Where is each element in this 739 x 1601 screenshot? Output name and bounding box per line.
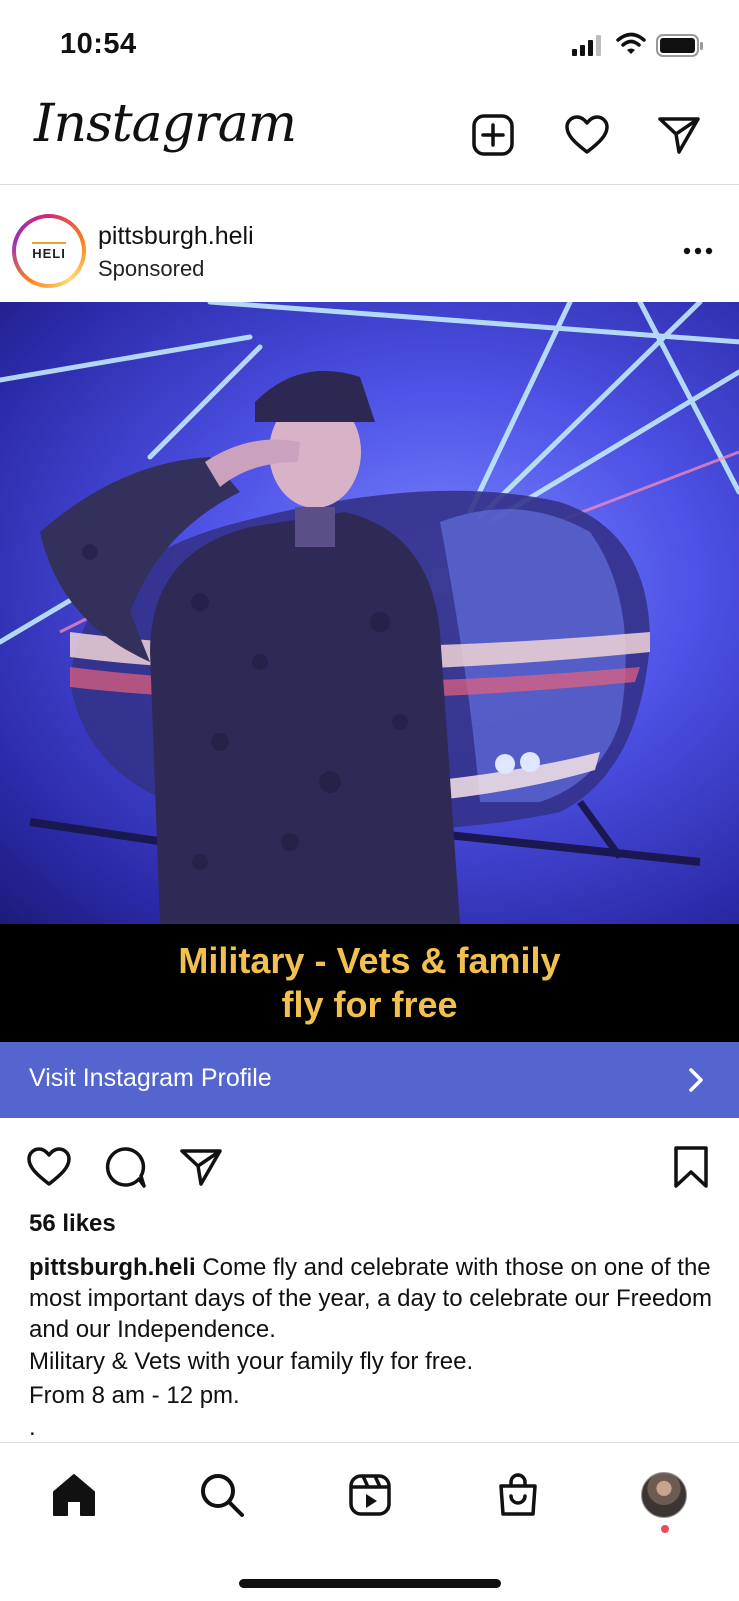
paper-plane-icon [658,117,700,154]
activity-button[interactable] [562,110,612,160]
paper-plane-icon [180,1149,222,1186]
new-post-button[interactable] [468,110,518,160]
nav-shop[interactable] [488,1465,548,1525]
save-button[interactable] [666,1142,716,1192]
plus-square-icon [472,114,514,156]
app-header: Instagram [0,92,739,185]
shop-icon [499,1473,537,1516]
nav-profile[interactable] [634,1465,694,1525]
bottom-nav [0,1442,739,1601]
direct-messages-button[interactable] [654,110,704,160]
notification-dot [661,1525,669,1533]
profile-avatar [641,1472,687,1518]
heart-icon [27,1147,71,1186]
post-username[interactable]: pittsburgh.heli [98,222,254,251]
caption-line-2: Military & Vets with your family fly for… [29,1348,474,1375]
nav-reels[interactable] [340,1465,400,1525]
share-button[interactable] [176,1142,226,1192]
home-indicator [239,1579,501,1588]
cta-label: Visit Instagram Profile [29,1064,272,1092]
avatar-logo-text: HELI [32,241,66,261]
post-media[interactable] [0,302,739,924]
comment-button[interactable] [100,1142,150,1192]
more-options-button[interactable] [674,236,722,266]
post-actions [0,1118,739,1204]
like-button[interactable] [24,1142,74,1192]
instagram-logo[interactable]: Instagram [34,94,297,154]
ad-text-banner: Military - Vets & family fly for free [0,924,739,1042]
post-header: HELI pittsburgh.heli Sponsored [0,184,739,302]
post-photo [0,302,739,924]
status-time: 10:54 [60,28,137,60]
banner-line-1: Military - Vets & family [178,940,561,981]
nav-home[interactable] [44,1465,104,1525]
search-icon [201,1474,244,1517]
battery-icon [656,34,704,58]
sponsored-label: Sponsored [98,256,205,281]
reels-icon [349,1474,391,1516]
chevron-right-icon [686,1066,706,1094]
cellular-signal-icon [572,34,604,56]
banner-line-2: fly for free [281,984,458,1025]
home-icon [53,1474,95,1516]
likes-count[interactable]: 56 likes [29,1210,116,1238]
bookmark-icon [674,1146,708,1188]
nav-search[interactable] [192,1465,252,1525]
caption-line-4: . [29,1414,36,1441]
comment-icon [105,1147,146,1188]
caption-username[interactable]: pittsburgh.heli [29,1254,196,1281]
post-avatar[interactable]: HELI [12,214,86,288]
heart-icon [565,115,609,154]
wifi-icon [616,32,646,56]
post-caption: pittsburgh.heli Come fly and celebrate w… [29,1252,719,1345]
caption-line-3: From 8 am - 12 pm. [29,1382,240,1409]
more-horizontal-icon [683,247,713,255]
visit-profile-cta[interactable]: Visit Instagram Profile [0,1042,739,1118]
status-bar: 10:54 [0,0,739,92]
